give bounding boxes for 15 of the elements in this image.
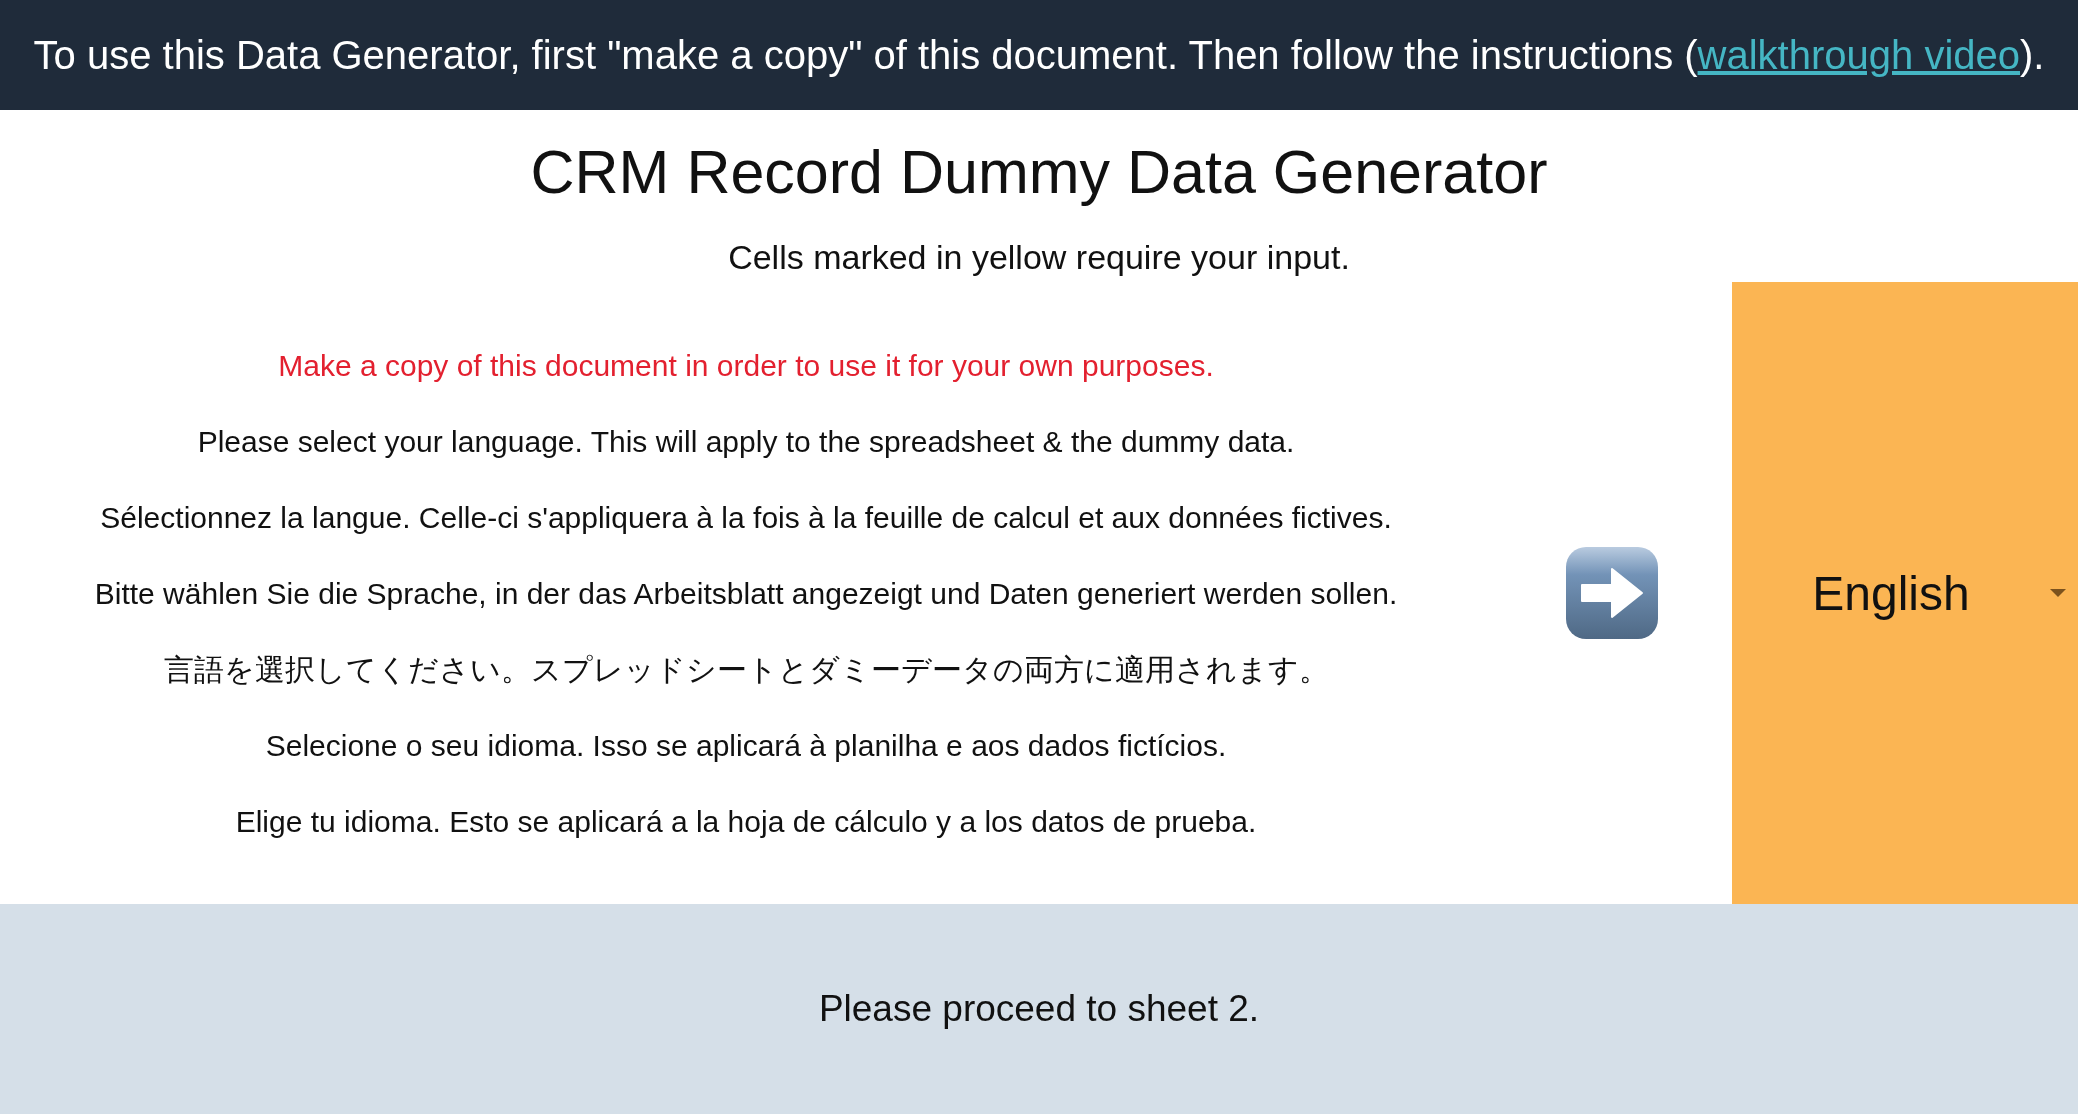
banner-text: To use this Data Generator, first "make a copy" of this document. Then follow the instructions (walkthrough video). [33,32,2045,78]
walkthrough-video-link[interactable]: walkthrough video [1697,32,2020,77]
instruction-text: 言語を選択してください。スプレッドシートとダミーデータの両方に適用されます。 [163,652,1329,688]
warning-text: Make a copy of this document in order to use it for your own purposes. [278,348,1214,384]
instruction-text: Please select your language. This will apply to the spreadsheet & the dummy data. [197,424,1295,460]
caret-icon [2050,589,2066,597]
instruction-text: Selecione o seu idioma. Isso se aplicará à planilha e aos dados fictícios. [265,728,1227,764]
footer-text: Please proceed to sheet 2. [818,988,1260,1030]
page-title: CRM Record Dummy Data Generator [530,137,1548,207]
instruction-text: Sélectionnez la langue. Celle-ci s'appliquera à la fois à la feuille de calcul et aux données fictives. [100,500,1392,536]
page-subtitle: Cells marked in yellow require your input. [728,237,1350,277]
arrow-right-icon [1566,547,1658,639]
instruction-text: Bitte wählen Sie die Sprache, in der das Arbeitsblatt angezeigt und Daten generiert werden sollen. [94,576,1398,612]
language-dropdown[interactable]: English [1732,282,2078,904]
instruction-text: Elige tu idioma. Esto se aplicará a la hoja de cálculo y a los datos de prueba. [235,804,1257,840]
